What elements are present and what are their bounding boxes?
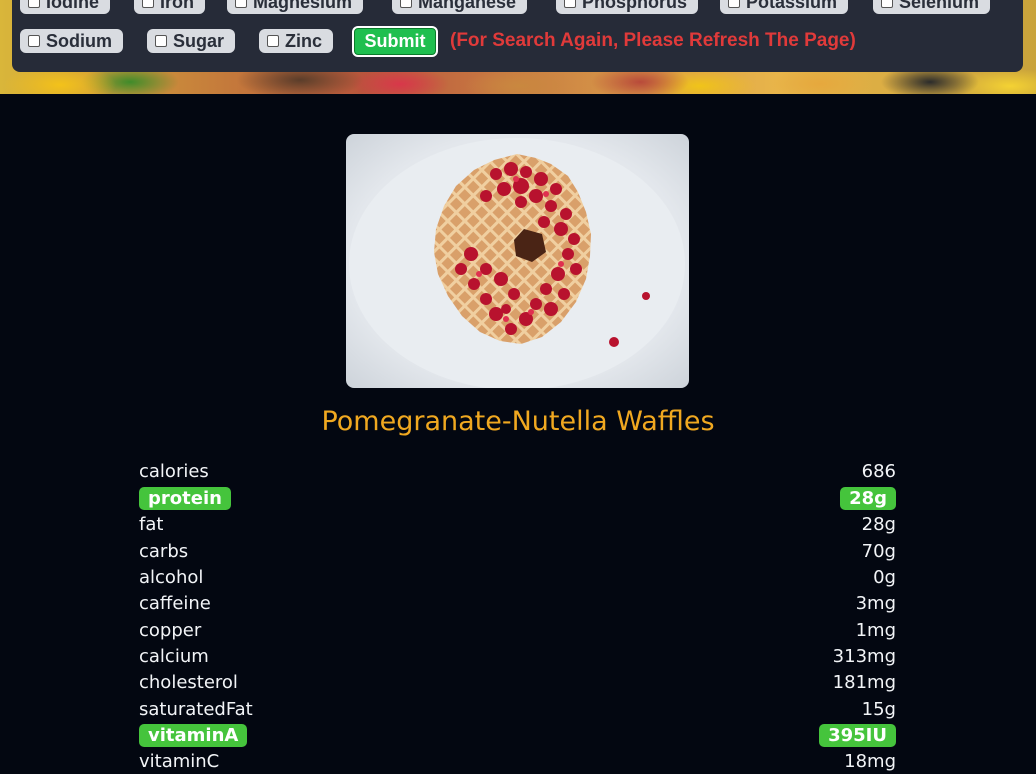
nutrient-value: 0g (873, 566, 896, 588)
nutrient-value: 181mg (832, 671, 896, 693)
filter-potassium[interactable]: Potassium (720, 0, 849, 14)
filter-label: Sugar (173, 30, 225, 51)
nutrient-value: 686 (861, 460, 896, 482)
nutrient-row: calories 686 (139, 458, 896, 484)
nutrient-name: saturatedFat (139, 698, 253, 720)
checkbox[interactable] (881, 0, 893, 8)
nutrient-value: 15g (861, 698, 896, 720)
nutrient-value: 313mg (832, 645, 896, 667)
filter-selenium[interactable]: Selenium (873, 0, 991, 14)
nutrient-row: vitaminC 18mg (139, 748, 896, 774)
recipe-image (346, 134, 689, 388)
filter-iron[interactable]: Iron (134, 0, 205, 14)
nutrient-row: protein 28g (139, 485, 896, 511)
checkbox[interactable] (267, 35, 279, 47)
nutrient-name: cholesterol (139, 671, 238, 693)
checkbox[interactable] (400, 0, 412, 8)
filter-label: Sodium (46, 30, 112, 51)
checkbox[interactable] (564, 0, 576, 8)
filter-manganese[interactable]: Manganese (392, 0, 528, 14)
nutrient-name: caffeine (139, 592, 211, 614)
filter-label: Manganese (418, 0, 517, 12)
nutrient-row: carbs 70g (139, 538, 896, 564)
filter-label: Selenium (899, 0, 980, 12)
refresh-notice: (For Search Again, Please Refresh The Pa… (450, 30, 856, 51)
nutrient-row: calcium 313mg (139, 643, 896, 669)
nutrient-name: copper (139, 619, 202, 641)
nutrient-row: saturatedFat 15g (139, 696, 896, 722)
nutrient-row: copper 1mg (139, 617, 896, 643)
filter-label: Potassium (746, 0, 838, 12)
nutrient-name: fat (139, 513, 164, 535)
filter-iodine[interactable]: Iodine (20, 0, 110, 14)
nutrient-name: vitaminC (139, 750, 220, 772)
checkbox[interactable] (155, 35, 167, 47)
checkbox[interactable] (142, 0, 154, 8)
nutrient-value: 3mg (855, 592, 896, 614)
filter-label: Iron (160, 0, 194, 12)
nutrient-row: alcohol 0g (139, 564, 896, 590)
checkbox[interactable] (28, 0, 40, 8)
nutrient-value: 70g (861, 540, 896, 562)
nutrient-name: carbs (139, 540, 189, 562)
waffle-illustration (349, 138, 685, 388)
filter-magnesium[interactable]: Magnesium (227, 0, 364, 14)
nutrient-value: 18mg (844, 750, 896, 772)
nutrient-row: cholesterol 181mg (139, 669, 896, 695)
filter-zinc[interactable]: Zinc (259, 29, 334, 53)
nutrient-row: fat 28g (139, 511, 896, 537)
checkbox[interactable] (28, 35, 40, 47)
nutrient-value: 395IU (819, 723, 896, 747)
nutrient-value: 28g (861, 513, 896, 535)
nutrient-value: 1mg (855, 619, 896, 641)
nutrient-name: protein (139, 486, 231, 510)
filter-sodium[interactable]: Sodium (20, 29, 123, 53)
filter-label: Iodine (46, 0, 99, 12)
filter-label: Magnesium (253, 0, 353, 12)
checkbox[interactable] (235, 0, 247, 8)
nutrient-row: vitaminA 395IU (139, 722, 896, 748)
nutrient-row: caffeine 3mg (139, 590, 896, 616)
nutrient-name: calcium (139, 645, 209, 667)
filter-sugar[interactable]: Sugar (147, 29, 236, 53)
checkbox[interactable] (728, 0, 740, 8)
nutrient-name: calories (139, 460, 209, 482)
filter-label: Phosphorus (582, 0, 688, 12)
recipe-title: Pomegranate-Nutella Waffles (321, 406, 715, 437)
nutrient-value: 28g (840, 486, 896, 510)
nutrient-name: vitaminA (139, 723, 248, 747)
submit-button[interactable]: Submit (352, 26, 438, 57)
nutrient-name: alcohol (139, 566, 204, 588)
filter-phosphorus[interactable]: Phosphorus (556, 0, 699, 14)
filter-label: Zinc (285, 30, 323, 51)
